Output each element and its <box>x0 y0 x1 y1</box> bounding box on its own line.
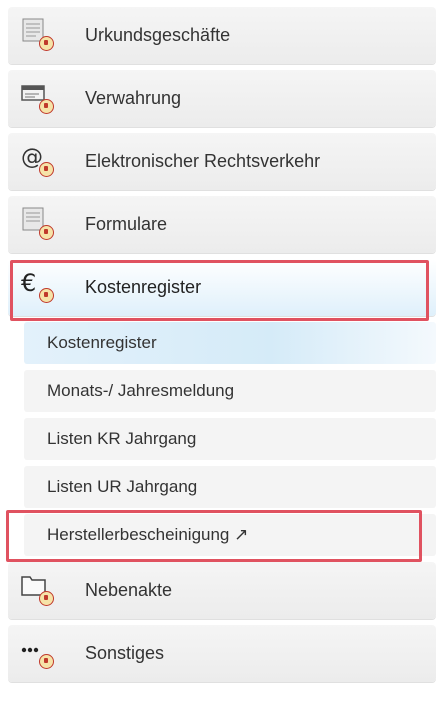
menu-item-label: Formulare <box>85 214 168 234</box>
document-icon <box>21 18 61 54</box>
form-icon <box>21 207 61 243</box>
menu-item-label: Kostenregister <box>85 277 202 297</box>
menu-item-label: Verwahrung <box>85 88 182 108</box>
menu-item-verwahrung[interactable]: Verwahrung <box>8 70 436 127</box>
menu-item-label: Sonstiges <box>85 643 165 663</box>
submenu-item-herstellerbescheinigung[interactable]: Herstellerbescheinigung ↗ <box>24 514 436 556</box>
submenu-item-label: Listen KR Jahrgang <box>47 429 197 448</box>
sidebar-nav: Urkundsgeschäfte Verwahrung @ Elektronis… <box>8 7 436 688</box>
more-icon <box>21 636 61 672</box>
svg-text:€: € <box>21 270 36 297</box>
card-icon <box>21 81 61 117</box>
menu-item-kostenregister[interactable]: € Kostenregister <box>8 259 436 316</box>
submenu-item-label: Monats-/ Jahresmeldung <box>47 381 235 400</box>
menu-item-label: Nebenakte <box>85 580 173 600</box>
at-icon: @ <box>21 144 61 180</box>
menu-item-sonstiges[interactable]: Sonstiges <box>8 625 436 682</box>
submenu-item-kostenregister[interactable]: Kostenregister <box>24 322 436 364</box>
submenu-item-listen-ur-jahrgang[interactable]: Listen UR Jahrgang <box>24 466 436 508</box>
menu-item-elektronischer-rechtsverkehr[interactable]: @ Elektronischer Rechtsverkehr <box>8 133 436 190</box>
submenu-item-label: Listen UR Jahrgang <box>47 477 198 496</box>
menu-item-label: Elektronischer Rechtsverkehr <box>85 151 321 171</box>
submenu-item-label: Herstellerbescheinigung ↗ <box>47 525 249 544</box>
submenu-item-monats-jahresmeldung[interactable]: Monats-/ Jahresmeldung <box>24 370 436 412</box>
menu-item-label: Urkundsgeschäfte <box>85 25 231 45</box>
menu-item-nebenakte[interactable]: Nebenakte <box>8 562 436 619</box>
submenu-item-listen-kr-jahrgang[interactable]: Listen KR Jahrgang <box>24 418 436 460</box>
menu-item-formulare[interactable]: Formulare <box>8 196 436 253</box>
euro-icon: € <box>21 269 61 306</box>
submenu-item-label: Kostenregister <box>47 333 157 352</box>
menu-item-urkundsgeschaefte[interactable]: Urkundsgeschäfte <box>8 7 436 64</box>
folder-icon <box>21 573 61 609</box>
